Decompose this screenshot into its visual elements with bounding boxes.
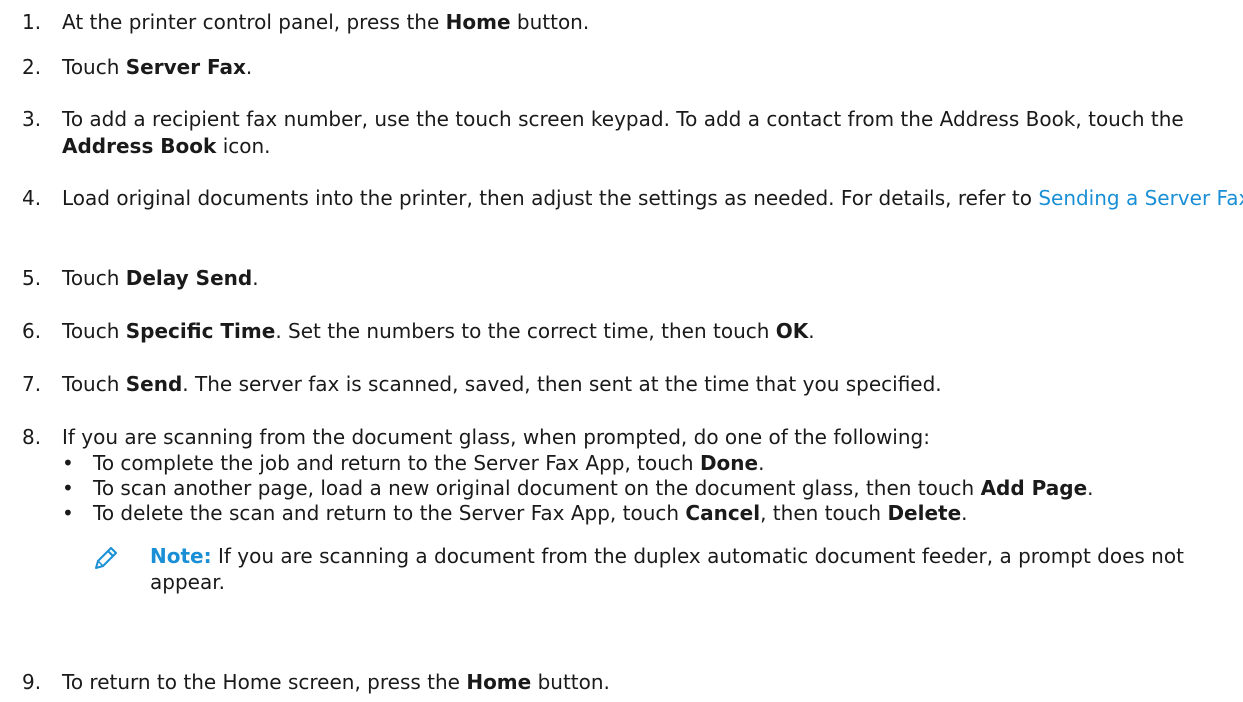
list-item: • To scan another page, load a new origi… [62, 476, 1223, 501]
bullet-text: , then touch [760, 501, 888, 525]
note-label: Note: [150, 544, 212, 568]
step-text: . [808, 319, 815, 343]
step-number: 2. [22, 55, 42, 79]
step-text: If you are scanning from the document gl… [62, 425, 930, 449]
ok-ref: OK [775, 319, 809, 343]
note: Note: If you are scanning a document fro… [93, 543, 1230, 595]
step-3: 3. To add a recipient fax number, use th… [22, 106, 1242, 160]
step-text: . [252, 266, 259, 290]
step-text: button. [531, 670, 610, 694]
step-number: 6. [22, 319, 42, 343]
step-2: 2. Touch Server Fax. [22, 54, 1243, 81]
send-ref: Send [125, 372, 183, 396]
specific-time-ref: Specific Time [125, 319, 276, 343]
step-text: . The server fax is scanned, saved, then… [182, 372, 942, 396]
bullet-text: . [758, 451, 765, 475]
step-text: At the printer control panel, press the [62, 10, 446, 34]
step-text: . Set the numbers to the correct time, t… [275, 319, 776, 343]
list-item: • To complete the job and return to the … [62, 451, 1243, 476]
bullet-text: To scan another page, load a new origina… [93, 476, 981, 500]
step-text: icon. [216, 134, 271, 158]
delete-ref: Delete [887, 501, 962, 525]
bullet: • [62, 451, 74, 475]
step-number: 9. [22, 670, 42, 694]
step-5: 5. Touch Delay Send. [22, 265, 1243, 292]
add-page-ref: Add Page [980, 476, 1088, 500]
step-text: To return to the Home screen, press the [62, 670, 467, 694]
step-number: 3. [22, 107, 42, 131]
step-number: 5. [22, 266, 42, 290]
step-number: 7. [22, 372, 42, 396]
done-ref: Done [699, 451, 759, 475]
bullet-text: To complete the job and return to the Se… [93, 451, 700, 475]
step-6: 6. Touch Specific Time. Set the numbers … [22, 318, 1243, 345]
step-text: button. [510, 10, 590, 34]
bullet-text: . [961, 501, 968, 525]
bullet-text: To delete the scan and return to the Ser… [93, 501, 686, 525]
bullet: • [62, 501, 74, 525]
server-fax-ref: Server Fax [125, 55, 246, 79]
step-number: 4. [22, 186, 42, 210]
bullet-text: . [1087, 476, 1094, 500]
home-button-ref: Home [466, 670, 532, 694]
step-text: Touch [62, 266, 126, 290]
step-text: Touch [62, 55, 126, 79]
address-book-ref: Address Book [62, 134, 217, 158]
step-4: 4. Load original documents into the prin… [22, 185, 1243, 212]
step-1: 1. At the printer control panel, press t… [22, 9, 1243, 36]
step-8: 8. If you are scanning from the document… [22, 424, 1243, 595]
bullet: • [62, 476, 74, 500]
home-button-ref: Home [445, 10, 511, 34]
step-text: Touch [62, 319, 126, 343]
step-text: Load original documents into the printer… [62, 186, 1039, 210]
list-item: • To delete the scan and return to the S… [62, 501, 1243, 526]
step-number: 1. [22, 10, 42, 34]
step-text: . [245, 55, 253, 79]
cancel-ref: Cancel [685, 501, 761, 525]
delay-send-ref: Delay Send [125, 266, 253, 290]
step-number: 8. [22, 425, 42, 449]
step-9: 9. To return to the Home screen, press t… [22, 669, 1243, 696]
step-8-options: • To complete the job and return to the … [62, 451, 1243, 526]
step-text: To add a recipient fax number, use the t… [62, 107, 1184, 131]
note-text: If you are scanning a document from the … [150, 544, 1184, 594]
step-7: 7. Touch Send. The server fax is scanned… [22, 371, 1243, 398]
step-text: Touch [62, 372, 126, 396]
sending-server-fax-link[interactable]: Sending a Server Fax [1038, 186, 1243, 210]
pencil-icon [93, 545, 119, 571]
